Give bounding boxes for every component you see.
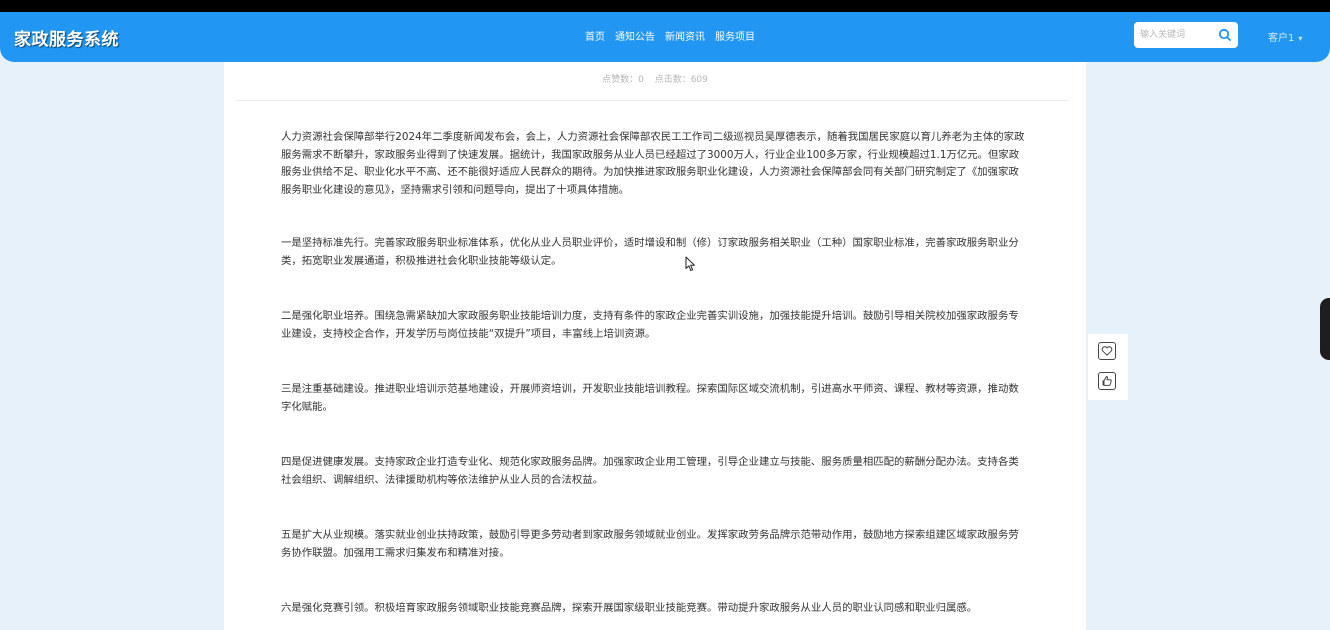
clicks-count: 点击数：609 xyxy=(654,75,708,85)
search-box xyxy=(1134,22,1238,48)
nav-home[interactable]: 首页 xyxy=(585,28,605,43)
article-paragraph: 一是坚持标准先行。完善家政服务职业标准体系，优化从业人员职业评价，适时增设和制（… xyxy=(281,237,1019,267)
article-panel: 点赞数：0 点击数：609 人力资源社会保障部举行2024年二季度新闻发布会，会… xyxy=(224,62,1086,630)
nav-services[interactable]: 服务项目 xyxy=(715,28,755,43)
article-paragraph: 六是强化竞赛引领。积极培育家政服务领域职业技能竞赛品牌，探索开展国家级职业技能竞… xyxy=(281,602,978,614)
nav-notices[interactable]: 通知公告 xyxy=(615,28,655,43)
top-navbar: 家政服务系统 首页 通知公告 新闻资讯 服务项目 客户1▾ xyxy=(0,12,1330,62)
favorite-button[interactable] xyxy=(1098,342,1116,360)
divider xyxy=(235,100,1069,101)
side-drawer-handle[interactable] xyxy=(1320,298,1330,360)
article-paragraph: 人力资源社会保障部举行2024年二季度新闻发布会，会上，人力资源社会保障部农民工… xyxy=(281,131,1025,196)
article-actions xyxy=(1088,334,1128,400)
article-stats: 点赞数：0 点击数：609 xyxy=(224,72,1086,85)
main-nav: 首页 通知公告 新闻资讯 服务项目 xyxy=(0,28,1330,43)
window-top-strip xyxy=(0,0,1330,12)
nav-news[interactable]: 新闻资讯 xyxy=(665,28,705,43)
article-paragraph: 二是强化职业培养。围绕急需紧缺加大家政服务职业技能培训力度，支持有条件的家政企业… xyxy=(281,310,1019,340)
like-button[interactable] xyxy=(1098,372,1116,390)
chevron-down-icon: ▾ xyxy=(1298,34,1303,43)
search-icon[interactable] xyxy=(1216,26,1234,44)
thumbs-up-icon xyxy=(1102,376,1112,386)
search-input[interactable] xyxy=(1140,27,1210,43)
likes-count: 点赞数：0 xyxy=(602,75,644,85)
user-name: 客户1 xyxy=(1268,33,1295,44)
heart-icon xyxy=(1101,346,1113,356)
mouse-cursor-icon xyxy=(685,256,695,271)
article-paragraph: 五是扩大从业规模。落实就业创业扶持政策，鼓励引导更多劳动者到家政服务领域就业创业… xyxy=(281,529,1019,559)
article-paragraph: 四是促进健康发展。支持家政企业打造专业化、规范化家政服务品牌。加强家政企业用工管… xyxy=(281,456,1019,486)
article-paragraph: 三是注重基础建设。推进职业培训示范基地建设，开展师资培训，开发职业技能培训教程。… xyxy=(281,383,1019,413)
user-menu[interactable]: 客户1 ▾ xyxy=(1268,29,1302,44)
